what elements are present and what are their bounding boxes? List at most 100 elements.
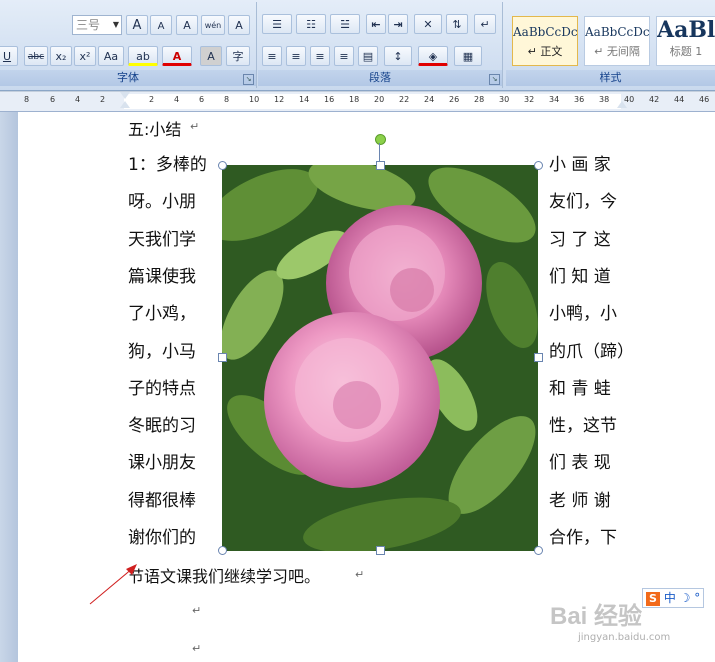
char-border-button[interactable]: A [228, 15, 250, 35]
style-normal-sample: AaBbCcDc [513, 25, 577, 39]
ruler-number: 44 [674, 95, 685, 104]
half-moon-icon: ☽ [679, 591, 691, 605]
chinese-layout-button[interactable]: ✕ [414, 14, 442, 34]
paragraph-dialog-launcher-icon[interactable]: ↘ [489, 74, 500, 85]
distributed-button[interactable]: ▤ [358, 46, 378, 66]
text-line-right: 和 青 蛙 [549, 378, 611, 399]
strikethrough-button[interactable]: abc [24, 46, 48, 66]
ruler-number: 18 [349, 95, 360, 104]
page-margin-gutter [0, 112, 18, 662]
ruler-number: 2 [100, 95, 106, 104]
ruler-number: 4 [75, 95, 81, 104]
superscript-button[interactable]: x² [74, 46, 96, 66]
styles-group-label: 样式 [506, 70, 715, 86]
style-heading-1-name: 标题 1 [669, 45, 703, 58]
font-size-value: 三号 [76, 18, 101, 32]
sort-button[interactable]: ⇅ [446, 14, 468, 34]
hanging-indent-marker[interactable] [120, 101, 130, 108]
underline-button[interactable]: U [0, 46, 18, 66]
ruler-number: 42 [649, 95, 660, 104]
ruler-number: 20 [374, 95, 385, 104]
ruler-number: 32 [524, 95, 535, 104]
styles-group: AaBbCcDc ↵ 正文 AaBbCcDc ↵ 无间隔 AaBl 标题 1 样… [506, 2, 715, 88]
ime-toolbar[interactable]: S 中 ☽ ° [642, 588, 705, 608]
ruler-number: 26 [449, 95, 460, 104]
style-no-spacing-sample: AaBbCcDc [585, 25, 649, 39]
resize-handle-e[interactable] [534, 353, 543, 362]
text-line-right: 老 师 谢 [549, 490, 611, 511]
numbering-button[interactable]: ☷ [296, 14, 326, 34]
change-case-button[interactable]: Aa [98, 46, 124, 66]
resize-handle-sw[interactable] [218, 546, 227, 555]
paragraph-mark: ↵ [192, 642, 202, 655]
align-center-button[interactable]: ≡ [286, 46, 306, 66]
text-line-left: 子的特点 [128, 378, 196, 399]
ruler-number: 12 [274, 95, 285, 104]
highlight-button[interactable]: ab [128, 46, 158, 66]
multilevel-list-button[interactable]: ☱ [330, 14, 360, 34]
shading-button[interactable]: ◈ [418, 46, 448, 66]
justify-button[interactable]: ≡ [334, 46, 354, 66]
punctuation-icon: ° [694, 591, 701, 605]
font-dialog-launcher-icon[interactable]: ↘ [243, 74, 254, 85]
ruler-number: 6 [199, 95, 205, 104]
shrink-font-button[interactable]: A [150, 15, 172, 35]
ribbon: 三号 ▼ A A A wén A U abc x₂ x² Aa ab A A 字… [0, 0, 715, 91]
resize-handle-se[interactable] [534, 546, 543, 555]
align-right-button[interactable]: ≡ [310, 46, 330, 66]
font-size-select[interactable]: 三号 ▼ [72, 15, 122, 35]
text-line-left: 得都很棒 [128, 490, 196, 511]
ruler-number: 14 [299, 95, 310, 104]
bullets-button[interactable]: ☰ [262, 14, 292, 34]
enclose-char-button[interactable]: 字 [226, 46, 250, 66]
text-line-right: 合作，下 [549, 528, 617, 548]
style-heading-1[interactable]: AaBl 标题 1 [656, 16, 715, 66]
resize-handle-w[interactable] [218, 353, 227, 362]
chevron-down-icon: ▼ [112, 20, 119, 29]
line-spacing-button[interactable]: ↕ [384, 46, 412, 66]
subscript-button[interactable]: x₂ [50, 46, 72, 66]
ruler-number: 28 [474, 95, 485, 104]
rotate-handle[interactable] [375, 134, 386, 145]
sogou-s-icon: S [646, 592, 660, 606]
text-line-right: 们 表 现 [549, 453, 611, 474]
ruler-number: 38 [599, 95, 610, 104]
resize-handle-n[interactable] [376, 161, 385, 170]
ruler-number: 22 [399, 95, 410, 104]
peony-image-graphic [222, 165, 538, 551]
align-left-button[interactable]: ≡ [262, 46, 282, 66]
first-line-indent-marker[interactable] [120, 92, 130, 99]
text-line-right: 的爪（蹄） [549, 341, 634, 362]
grow-font-button[interactable]: A [126, 15, 148, 35]
paragraph-mark: ↵ [190, 120, 200, 133]
horizontal-ruler[interactable]: 8 6 4 2 2 4 6 8 10 12 14 16 18 20 22 24 26 28 30 32 34 36 38 40… [0, 92, 715, 112]
right-indent-marker[interactable] [617, 101, 627, 108]
phonetic-guide-button[interactable]: wén [201, 15, 225, 35]
ruler-number: 8 [224, 95, 230, 104]
peony-image[interactable] [222, 165, 538, 551]
ruler-number: 4 [174, 95, 180, 104]
ruler-number: 46 [699, 95, 710, 104]
ruler-number: 16 [324, 95, 335, 104]
increase-indent-button[interactable]: ⇥ [388, 14, 408, 34]
style-no-spacing[interactable]: AaBbCcDc ↵ 无间隔 [584, 16, 650, 66]
paragraph-group: ☰ ☷ ☱ ⇤ ⇥ ✕ ⇅ ↵ ≡ ≡ ≡ ≡ ▤ ↕ ◈ ▦ 段落 ↘ [258, 2, 503, 88]
resize-handle-s[interactable] [376, 546, 385, 555]
text-line-left: 天我们学 [128, 229, 196, 250]
ruler-number: 10 [249, 95, 260, 104]
show-marks-button[interactable]: ↵ [474, 14, 496, 34]
paragraph-group-label: 段落 [258, 70, 502, 86]
resize-handle-nw[interactable] [218, 161, 227, 170]
clear-format-button[interactable]: A [176, 15, 198, 35]
borders-button[interactable]: ▦ [454, 46, 482, 66]
char-shading-button[interactable]: A [200, 46, 222, 66]
ruler-number: 30 [499, 95, 510, 104]
decrease-indent-button[interactable]: ⇤ [366, 14, 386, 34]
paragraph-mark: ↵ [192, 604, 202, 617]
baidu-watermark-url: jingyan.baidu.com [578, 632, 671, 643]
paragraph-mark: ↵ [355, 568, 365, 581]
font-color-button[interactable]: A [162, 46, 192, 66]
ruler-number: 2 [149, 95, 155, 104]
style-normal[interactable]: AaBbCcDc ↵ 正文 [512, 16, 578, 66]
resize-handle-ne[interactable] [534, 161, 543, 170]
